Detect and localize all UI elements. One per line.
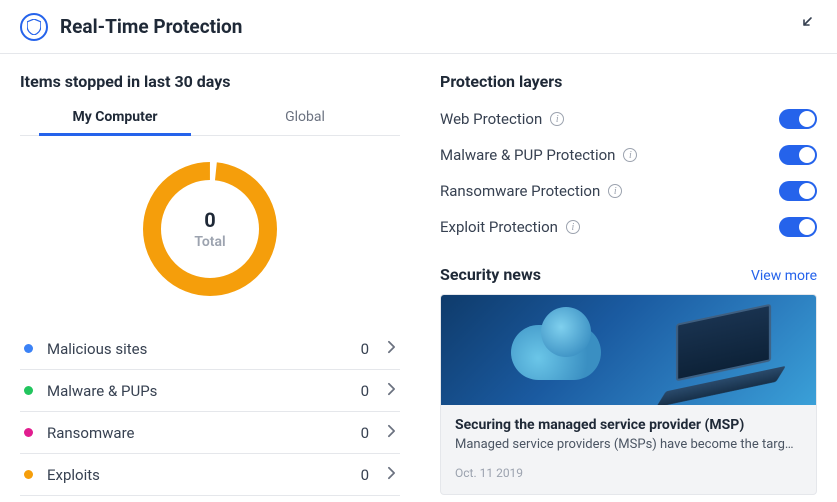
category-label: Malicious sites bbox=[47, 340, 361, 358]
category-label: Exploits bbox=[47, 466, 361, 484]
tab-global[interactable]: Global bbox=[210, 101, 400, 135]
category-row-malware-pups[interactable]: Malware & PUPs 0 bbox=[20, 370, 400, 412]
info-icon[interactable]: i bbox=[550, 112, 564, 126]
layer-row-malware-pup: Malware & PUP Protection i bbox=[440, 137, 817, 173]
info-icon[interactable]: i bbox=[608, 184, 622, 198]
news-image bbox=[441, 295, 816, 405]
news-card-title: Securing the managed service provider (M… bbox=[455, 417, 802, 433]
layer-label: Malware & PUP Protection bbox=[440, 146, 615, 164]
category-count: 0 bbox=[361, 466, 369, 484]
category-count: 0 bbox=[361, 382, 369, 400]
chevron-right-icon bbox=[387, 339, 396, 358]
layer-label: Ransomware Protection bbox=[440, 182, 600, 200]
donut-total-label: Total bbox=[194, 234, 225, 250]
news-card[interactable]: Securing the managed service provider (M… bbox=[440, 294, 817, 495]
info-icon[interactable]: i bbox=[566, 220, 580, 234]
chevron-right-icon bbox=[387, 381, 396, 400]
news-card-date: Oct. 11 2019 bbox=[455, 466, 802, 480]
layer-row-ransomware: Ransomware Protection i bbox=[440, 173, 817, 209]
tab-my-computer[interactable]: My Computer bbox=[20, 101, 210, 135]
info-icon[interactable]: i bbox=[623, 148, 637, 162]
chevron-right-icon bbox=[387, 423, 396, 442]
stats-donut-chart: 0 Total bbox=[135, 154, 285, 304]
toggle-ransomware[interactable] bbox=[779, 181, 817, 201]
collapse-icon[interactable] bbox=[793, 12, 817, 41]
view-more-link[interactable]: View more bbox=[751, 268, 817, 284]
layers-title: Protection layers bbox=[440, 72, 817, 91]
category-count: 0 bbox=[361, 424, 369, 442]
layer-label: Web Protection bbox=[440, 110, 542, 128]
chevron-right-icon bbox=[387, 465, 396, 484]
stats-tabs: My Computer Global bbox=[20, 101, 400, 136]
category-row-exploits[interactable]: Exploits 0 bbox=[20, 454, 400, 496]
category-label: Malware & PUPs bbox=[47, 382, 361, 400]
dot-icon bbox=[24, 470, 33, 479]
toggle-malware-pup[interactable] bbox=[779, 145, 817, 165]
news-title: Security news bbox=[440, 265, 541, 284]
category-row-malicious-sites[interactable]: Malicious sites 0 bbox=[20, 328, 400, 370]
dot-icon bbox=[24, 344, 33, 353]
layer-label: Exploit Protection bbox=[440, 218, 558, 236]
layer-row-exploit: Exploit Protection i bbox=[440, 209, 817, 245]
layer-row-web-protection: Web Protection i bbox=[440, 101, 817, 137]
dot-icon bbox=[24, 386, 33, 395]
stats-title: Items stopped in last 30 days bbox=[20, 72, 400, 91]
category-label: Ransomware bbox=[47, 424, 361, 442]
toggle-web-protection[interactable] bbox=[779, 109, 817, 129]
page-title: Real-Time Protection bbox=[60, 15, 793, 38]
shield-icon bbox=[20, 13, 48, 41]
donut-total-value: 0 bbox=[204, 208, 215, 232]
category-count: 0 bbox=[361, 340, 369, 358]
news-card-desc: Managed service providers (MSPs) have be… bbox=[455, 437, 802, 452]
category-row-ransomware[interactable]: Ransomware 0 bbox=[20, 412, 400, 454]
toggle-exploit[interactable] bbox=[779, 217, 817, 237]
dot-icon bbox=[24, 428, 33, 437]
category-list: Malicious sites 0 Malware & PUPs 0 Ranso… bbox=[20, 328, 400, 496]
